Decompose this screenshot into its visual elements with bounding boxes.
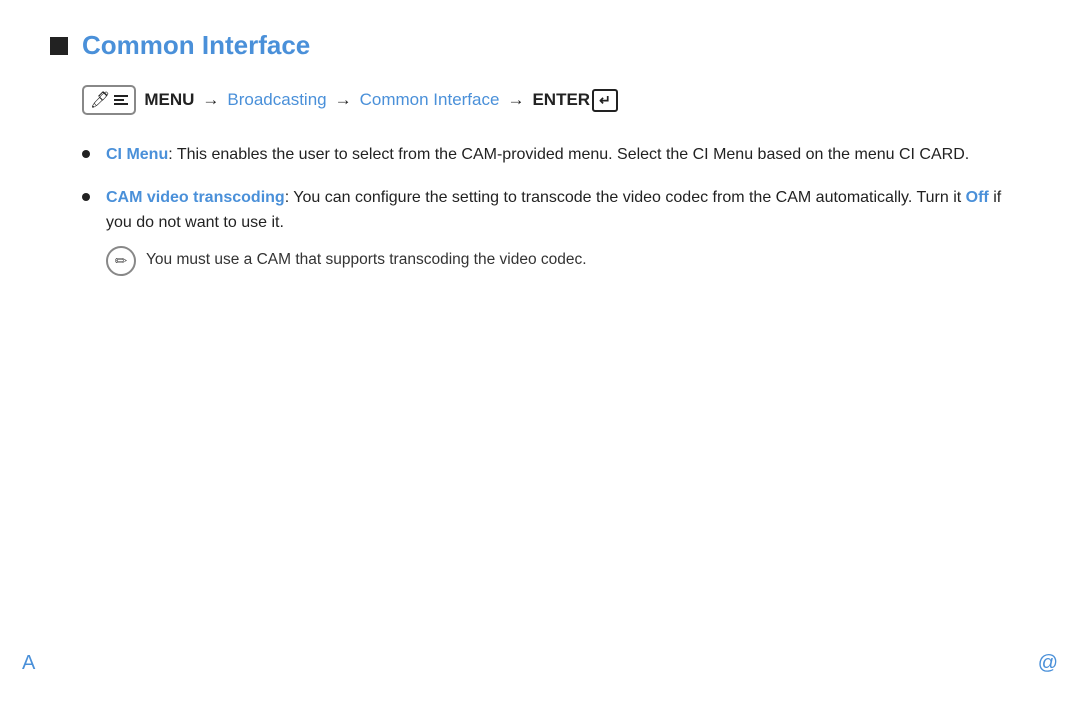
corner-a-label: A	[22, 652, 35, 675]
menu-path-row: 🖊 MENU → Broadcasting → Common Interface…	[82, 85, 1030, 115]
bullet-content: CI Menu: This enables the user to select…	[106, 143, 1030, 168]
bullet-list: CI Menu: This enables the user to select…	[82, 143, 1030, 276]
common-interface-link: Common Interface	[360, 90, 500, 110]
page-container: Common Interface 🖊 MENU → Broadcasting →…	[0, 0, 1080, 324]
off-word: Off	[966, 189, 989, 206]
cam-video-text1: : You can configure the setting to trans…	[285, 189, 966, 206]
broadcasting-link: Broadcasting	[227, 90, 326, 110]
bullet-dot-icon	[82, 150, 90, 158]
ci-menu-text: : This enables the user to select from t…	[168, 146, 969, 163]
list-item: CI Menu: This enables the user to select…	[82, 143, 1030, 168]
ci-menu-term: CI Menu	[106, 146, 168, 163]
arrow3: →	[507, 90, 524, 110]
menu-label: MENU	[144, 90, 194, 110]
bullet-content: CAM video transcoding: You can configure…	[106, 186, 1030, 277]
arrow2: →	[335, 90, 352, 110]
cam-video-term: CAM video transcoding	[106, 189, 285, 206]
note-row: ✏ You must use a CAM that supports trans…	[106, 245, 1030, 276]
enter-icon: ↵	[592, 89, 618, 112]
bars-icon	[114, 95, 128, 105]
black-square-icon	[50, 37, 68, 55]
hand-icon: 🖊	[90, 90, 110, 110]
corner-at-label: @	[1038, 652, 1058, 675]
bullet-dot-icon	[82, 193, 90, 201]
note-icon: ✏	[106, 246, 136, 276]
arrow1: →	[202, 90, 219, 110]
list-item: CAM video transcoding: You can configure…	[82, 186, 1030, 277]
title-row: Common Interface	[50, 30, 1030, 61]
menu-icon-wrapper: 🖊	[82, 85, 136, 115]
enter-label: ENTER↵	[532, 89, 617, 112]
note-text: You must use a CAM that supports transco…	[146, 245, 587, 271]
page-title: Common Interface	[82, 30, 310, 61]
